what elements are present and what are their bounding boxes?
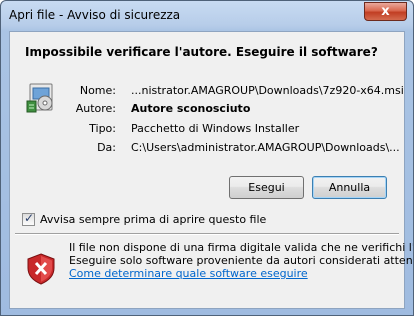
publisher-label: Autore: bbox=[75, 102, 116, 115]
checkmark-icon: ✓ bbox=[24, 211, 35, 225]
warning-text: Il file non dispone di una firma digital… bbox=[69, 241, 414, 280]
type-value: Pacchetto di Windows Installer bbox=[131, 122, 300, 135]
run-button[interactable]: Esegui bbox=[229, 176, 304, 199]
from-value: C:\Users\administrator.AMAGROUP\Download… bbox=[131, 141, 400, 154]
name-value: ...nistrator.AMAGROUP\Downloads\7z920-x6… bbox=[131, 84, 404, 97]
close-icon: x bbox=[381, 4, 390, 19]
help-link[interactable]: Come determinare quale software eseguire bbox=[69, 267, 413, 280]
warning-line-1: Il file non dispone di una firma digital… bbox=[69, 241, 413, 254]
dialog-body: Impossibile verificare l'autore. Eseguir… bbox=[9, 31, 413, 309]
dialog-question: Impossibile verificare l'autore. Eseguir… bbox=[25, 45, 378, 59]
title-bar[interactable]: Apri file - Avviso di sicurezza x bbox=[1, 1, 413, 31]
always-warn-checkbox[interactable]: ✓ bbox=[22, 211, 35, 226]
name-label: Nome: bbox=[79, 84, 116, 97]
window-title: Apri file - Avviso di sicurezza bbox=[9, 8, 181, 22]
separator bbox=[15, 233, 399, 235]
publisher-value: Autore sconosciuto bbox=[131, 102, 251, 115]
warning-line-2: Eseguire solo software proveniente da au… bbox=[69, 254, 414, 267]
cancel-button[interactable]: Annulla bbox=[312, 176, 387, 199]
security-warning-window: Apri file - Avviso di sicurezza x Imposs… bbox=[0, 0, 414, 316]
always-warn-label[interactable]: Avvisa sempre prima di aprire questo fil… bbox=[40, 213, 266, 226]
close-button[interactable]: x bbox=[364, 2, 407, 21]
red-shield-x-icon bbox=[27, 253, 55, 285]
from-label: Da: bbox=[97, 141, 116, 154]
type-label: Tipo: bbox=[89, 122, 116, 135]
